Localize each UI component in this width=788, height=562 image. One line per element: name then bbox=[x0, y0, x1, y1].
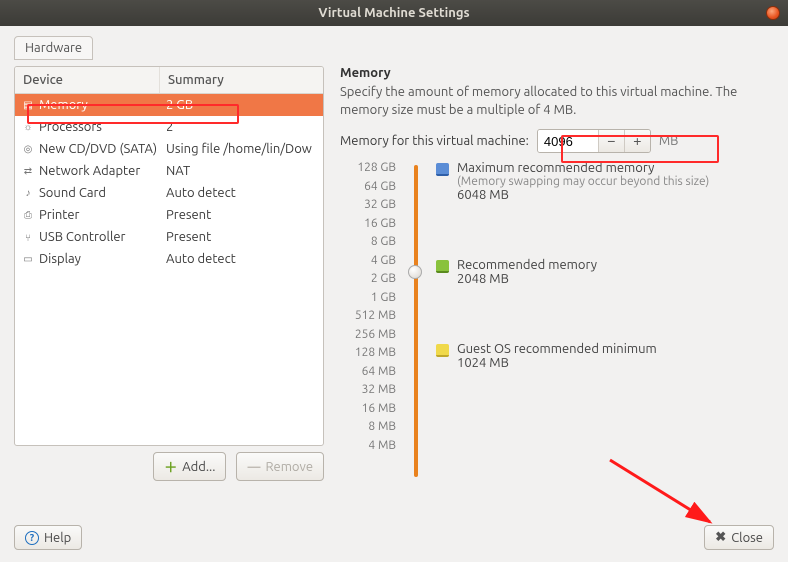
device-table: Device Summary ▤ Memory 2 GB ☼ Processors 2 ◎ N… bbox=[14, 66, 324, 446]
device-name-label: USB Controller bbox=[39, 230, 125, 244]
device-name-label: Printer bbox=[39, 208, 79, 222]
tick-label: 8 MB bbox=[340, 420, 396, 433]
device-summary-label: 2 bbox=[160, 120, 323, 134]
memory-field-label: Memory for this virtual machine: bbox=[340, 134, 529, 148]
tick-label: 128 GB bbox=[340, 161, 396, 174]
device-summary-label: Auto detect bbox=[160, 252, 323, 266]
table-row[interactable]: ⇄ Network Adapter NAT bbox=[15, 160, 323, 182]
table-row[interactable]: ▤ Memory 2 GB bbox=[15, 94, 323, 116]
memory-input[interactable] bbox=[538, 130, 598, 152]
memory-tick-labels: 128 GB 64 GB 32 GB 16 GB 8 GB 4 GB 2 GB 1 GB 512… bbox=[340, 161, 396, 452]
tick-label: 64 GB bbox=[340, 180, 396, 193]
swatch-rec-icon bbox=[436, 260, 449, 273]
device-summary-label: NAT bbox=[160, 164, 323, 178]
tick-label: 16 MB bbox=[340, 402, 396, 415]
device-summary-label: Present bbox=[160, 208, 323, 222]
tick-label: 256 MB bbox=[340, 328, 396, 341]
device-summary-label: Present bbox=[160, 230, 323, 244]
tick-label: 64 MB bbox=[340, 365, 396, 378]
device-summary-label: Using file /home/lin/Dow bbox=[160, 142, 323, 156]
device-name-label: New CD/DVD (SATA) bbox=[39, 142, 157, 156]
tick-label: 512 MB bbox=[340, 309, 396, 322]
tick-label: 32 MB bbox=[340, 383, 396, 396]
section-description: Specify the amount of memory allocated t… bbox=[340, 84, 770, 119]
legend-min-value: 1024 MB bbox=[457, 356, 657, 370]
tick-label: 2 GB bbox=[340, 272, 396, 285]
device-summary-label: 2 GB bbox=[160, 98, 323, 112]
legend-max-title: Maximum recommended memory bbox=[457, 161, 709, 175]
help-button-label: Help bbox=[44, 531, 71, 545]
usb-icon: ⑂ bbox=[21, 231, 35, 243]
memory-increment-button[interactable]: + bbox=[624, 130, 650, 152]
table-row[interactable]: ☼ Processors 2 bbox=[15, 116, 323, 138]
device-name-label: Sound Card bbox=[39, 186, 106, 200]
table-row[interactable]: ▭ Display Auto detect bbox=[15, 248, 323, 270]
tick-label: 32 GB bbox=[340, 198, 396, 211]
add-button-label: Add... bbox=[182, 460, 215, 474]
window-title: Virtual Machine Settings bbox=[318, 6, 469, 20]
legend-rec-value: 2048 MB bbox=[457, 272, 597, 286]
memory-icon: ▤ bbox=[21, 99, 35, 111]
swatch-max-icon bbox=[436, 163, 449, 176]
legend-rec-title: Recommended memory bbox=[457, 258, 597, 272]
window-close-icon[interactable] bbox=[766, 6, 780, 20]
sound-icon: ♪ bbox=[21, 187, 35, 199]
table-row[interactable]: ⑂ USB Controller Present bbox=[15, 226, 323, 248]
display-icon: ▭ bbox=[21, 253, 35, 265]
tick-label: 8 GB bbox=[340, 235, 396, 248]
legend-min-title: Guest OS recommended minimum bbox=[457, 342, 657, 356]
minus-icon: — bbox=[247, 460, 260, 474]
tick-label: 4 MB bbox=[340, 439, 396, 452]
legend-max-value: 6048 MB bbox=[457, 188, 709, 202]
tick-label: 4 GB bbox=[340, 254, 396, 267]
network-icon: ⇄ bbox=[21, 165, 35, 177]
title-bar: Virtual Machine Settings bbox=[0, 0, 788, 26]
device-name-label: Processors bbox=[39, 120, 102, 134]
legend-max-note: (Memory swapping may occur beyond this s… bbox=[457, 175, 709, 188]
slider-thumb[interactable] bbox=[408, 265, 422, 279]
device-name-label: Display bbox=[39, 252, 81, 266]
section-heading: Memory bbox=[340, 66, 770, 80]
device-name-label: Memory bbox=[39, 98, 88, 112]
processors-icon: ☼ bbox=[21, 121, 35, 133]
device-summary-label: Auto detect bbox=[160, 186, 323, 200]
help-button[interactable]: ? Help bbox=[14, 525, 82, 550]
table-row[interactable]: ◎ New CD/DVD (SATA)Using file /home/lin/D… bbox=[15, 138, 323, 160]
tab-hardware[interactable]: Hardware bbox=[14, 36, 93, 60]
col-header-summary[interactable]: Summary bbox=[160, 67, 323, 93]
col-header-device[interactable]: Device bbox=[15, 67, 160, 93]
tick-label: 16 GB bbox=[340, 217, 396, 230]
slider-track bbox=[414, 165, 418, 477]
memory-decrement-button[interactable]: − bbox=[598, 130, 624, 152]
swatch-min-icon bbox=[436, 344, 449, 357]
tick-label: 1 GB bbox=[340, 291, 396, 304]
remove-button: — Remove bbox=[236, 452, 324, 481]
remove-button-label: Remove bbox=[265, 460, 313, 474]
close-button[interactable]: ✖ Close bbox=[704, 525, 774, 550]
plus-icon: ＋ bbox=[164, 457, 177, 476]
memory-unit-label: MB bbox=[659, 134, 679, 148]
memory-slider[interactable] bbox=[404, 161, 428, 481]
add-button[interactable]: ＋ Add... bbox=[153, 452, 226, 481]
close-icon: ✖ bbox=[715, 530, 726, 545]
help-icon: ? bbox=[25, 531, 39, 545]
memory-spinbox[interactable]: − + bbox=[537, 129, 651, 153]
close-button-label: Close bbox=[731, 531, 763, 545]
printer-icon: ⎙ bbox=[21, 209, 35, 221]
table-row[interactable]: ♪ Sound Card Auto detect bbox=[15, 182, 323, 204]
device-name-label: Network Adapter bbox=[39, 164, 140, 178]
tick-label: 128 MB bbox=[340, 346, 396, 359]
cd-icon: ◎ bbox=[21, 143, 35, 155]
table-header: Device Summary bbox=[15, 67, 323, 94]
table-row[interactable]: ⎙ Printer Present bbox=[15, 204, 323, 226]
